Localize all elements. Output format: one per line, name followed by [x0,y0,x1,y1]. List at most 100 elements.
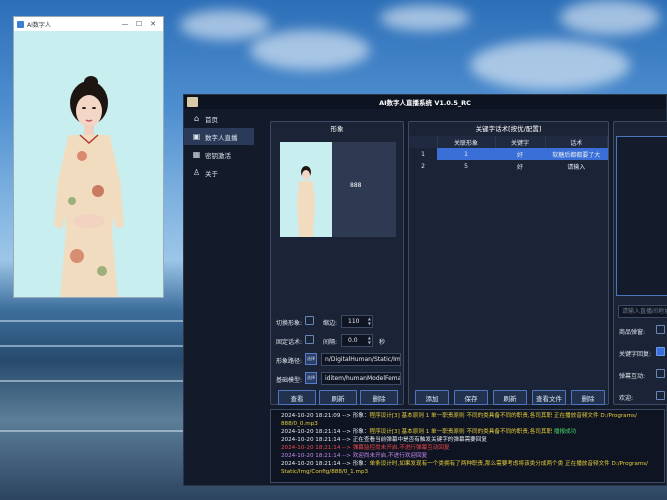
refresh-keywords-button[interactable]: 刷新 [493,390,527,405]
image-panel-title: 形象 [330,125,344,133]
keyword-table: 关联形象 关键字 话术 1 1 好 软糖后都都要了大 2 5 好 请输入 [409,136,608,172]
add-button[interactable]: 添加 [415,390,449,405]
minimize-button[interactable]: — [118,20,132,28]
live-control-panel: 请输入直播间地址 商品弹窗: 关键字回复: 弹幕互动: 欢迎: [613,121,667,405]
refresh-button[interactable]: 刷新 [319,390,357,405]
log-text: --> 形象： [340,461,370,467]
option-label: 商品弹窗: [619,329,646,336]
interval-unit: 秒 [379,339,386,346]
margin-spinbox[interactable]: 110 ▲ ▼ [341,315,373,328]
sidebar-item-label: 数字人直播 [205,133,238,142]
sidebar-item-activation[interactable]: ▦ 密钥激活 [184,146,254,163]
image-thumbnail [280,142,332,237]
avatar-render [14,31,163,297]
path-select-button[interactable]: 选择 [305,353,317,365]
save-button[interactable]: 保存 [454,390,488,405]
product-popup-checkbox[interactable] [656,325,665,334]
log-text: --> 欢迎尚未开启,不进行欢迎回复 [340,453,428,459]
log-line: Static/Img/Config/888/0_1.mp3 [281,468,654,476]
app-icon [17,20,24,28]
interval-spinbox[interactable]: 0.0 ▲ ▼ [341,334,373,347]
main-titlebar[interactable]: AI数字人直播系统 V1.0.5_RC [184,95,666,109]
model-label: 基础模型: [276,377,303,384]
keyword-panel-title: 关键字话术[按优/配置] [475,125,542,133]
welcome-checkbox[interactable] [656,391,665,400]
table-cell[interactable]: 1 [437,148,495,160]
table-row[interactable]: 1 1 好 软糖后都都要了大 [409,148,608,160]
option-label: 弹幕互动: [619,373,646,380]
home-icon: ⌂ [193,114,200,123]
table-row[interactable]: 2 5 好 请输入 [409,160,608,172]
model-select-button[interactable]: 选择 [305,372,317,384]
margin-value: 110 [348,318,360,325]
log-line: 2024-10-20 18:21:14 --> 弹幕监控尚未开启,不进行弹幕互动… [281,444,654,452]
danmaku-interaction-checkbox[interactable] [656,369,665,378]
row-index: 2 [421,162,425,170]
spin-arrows-icon[interactable]: ▲ ▼ [368,316,371,326]
column-header[interactable]: 关键字 [495,136,546,148]
log-line: 888/0_0.mp3 [281,420,654,428]
live-address-input[interactable]: 请输入直播间地址 [618,305,667,318]
model-field[interactable]: iditem/humanModelFemale [321,372,401,385]
sidebar-item-live[interactable]: ▣ 数字人直播 [184,128,254,145]
image-preview-label: 888 [350,182,362,189]
delete-keyword-button[interactable]: 删除 [571,390,605,405]
live-icon: ▣ [192,132,201,141]
log-text: 单条设计时,如果发现有一个类拥有了两种职责,那么需要考虑将该类分成两个类 正在播… [369,461,649,467]
log-text: --> 形象： [340,429,370,435]
log-text: --> 正在查看当前弹幕中是否有触发关键字的弹幕需要回复 [340,437,487,443]
interval-value: 0.0 [348,337,358,344]
switch-image-checkbox[interactable] [305,316,314,325]
app-logo-icon [187,97,198,107]
key-icon: ▦ [192,150,201,159]
close-button[interactable]: ✕ [146,20,160,28]
image-panel: 形象 888 切换形象: 缩边: 110 ▲ ▼ 固定话术: 间隔: 0.0 ▲ ▼… [270,121,404,405]
view-button[interactable]: 查看 [278,390,316,405]
option-label: 欢迎: [619,395,634,402]
log-time: 2024-10-20 18:21:14 [281,437,341,443]
path-label: 形象路径: [276,358,303,365]
interval-label: 间隔: [323,339,338,346]
log-line: 2024-10-20 18:21:09 --> 形象：程序设计[3] 基本原则 … [281,412,654,420]
margin-label: 缩边: [323,320,338,327]
spin-arrows-icon[interactable]: ▲ ▼ [368,335,371,345]
main-window-title: AI数字人直播系统 V1.0.5_RC [379,99,471,107]
log-text: Static/Img/Config/888/0_1.mp3 [281,469,369,475]
view-file-button[interactable]: 查看文件 [532,390,566,405]
path-field[interactable]: n/DigitalHuman/Static/Img [321,353,401,366]
person-icon: ♙ [192,168,201,177]
log-line: 2024-10-20 18:21:14 --> 正在查看当前弹幕中是否有触发关键… [281,436,654,444]
log-time: 2024-10-20 18:21:14 [281,453,341,459]
image-preview[interactable]: 888 [280,142,396,237]
log-text: 程序设计[3] 基本原则 1 单一职责原则 不同的类具备不同的职责,各司其职 正… [369,413,637,419]
column-header[interactable]: 关联形象 [437,136,496,148]
sidebar-item-home[interactable]: ⌂ 首页 [184,110,254,127]
table-cell[interactable]: 好 [495,148,545,160]
fixed-script-checkbox[interactable] [305,335,314,344]
table-cell[interactable]: 请输入 [545,160,608,172]
avatar-titlebar[interactable]: AI数字人 — ☐ ✕ [14,17,163,31]
table-cell[interactable]: 5 [437,160,495,172]
log-text: 播报成功 [552,429,577,435]
log-console[interactable]: 2024-10-20 18:21:09 --> 形象：程序设计[3] 基本原则 … [270,409,665,483]
table-cell[interactable]: 好 [495,160,545,172]
thumbnail-figure [297,166,315,237]
table-cell[interactable]: 软糖后都都要了大 [545,148,608,160]
sidebar-item-label: 首页 [205,115,218,124]
sidebar-item-label: 关于 [205,169,218,178]
log-time: 2024-10-20 18:21:14 [281,445,341,451]
column-header[interactable]: 话术 [545,136,608,148]
sidebar-item-about[interactable]: ♙ 关于 [184,164,254,181]
log-text: 程序设计[3] 基本原则 1 单一职责原则 不同的类具备不同的职责,各司其职 [369,429,553,435]
sidebar: ⌂ 首页 ▣ 数字人直播 ▦ 密钥激活 ♙ 关于 [184,109,254,485]
keyword-panel: 关键字话术[按优/配置] 关联形象 关键字 话术 1 1 好 软糖后都都要了大 … [408,121,609,405]
keyword-reply-checkbox[interactable] [656,347,665,356]
sidebar-item-label: 密钥激活 [205,151,231,160]
main-window: AI数字人直播系统 V1.0.5_RC ⌂ 首页 ▣ 数字人直播 ▦ 密钥激活 … [183,94,667,486]
digital-human-figure [54,76,124,297]
switch-image-label: 切换形象: [276,320,303,327]
row-index: 1 [421,150,425,158]
delete-button[interactable]: 删除 [360,390,398,405]
log-time: 2024-10-20 18:21:14 [281,429,341,435]
maximize-button[interactable]: ☐ [132,20,146,28]
